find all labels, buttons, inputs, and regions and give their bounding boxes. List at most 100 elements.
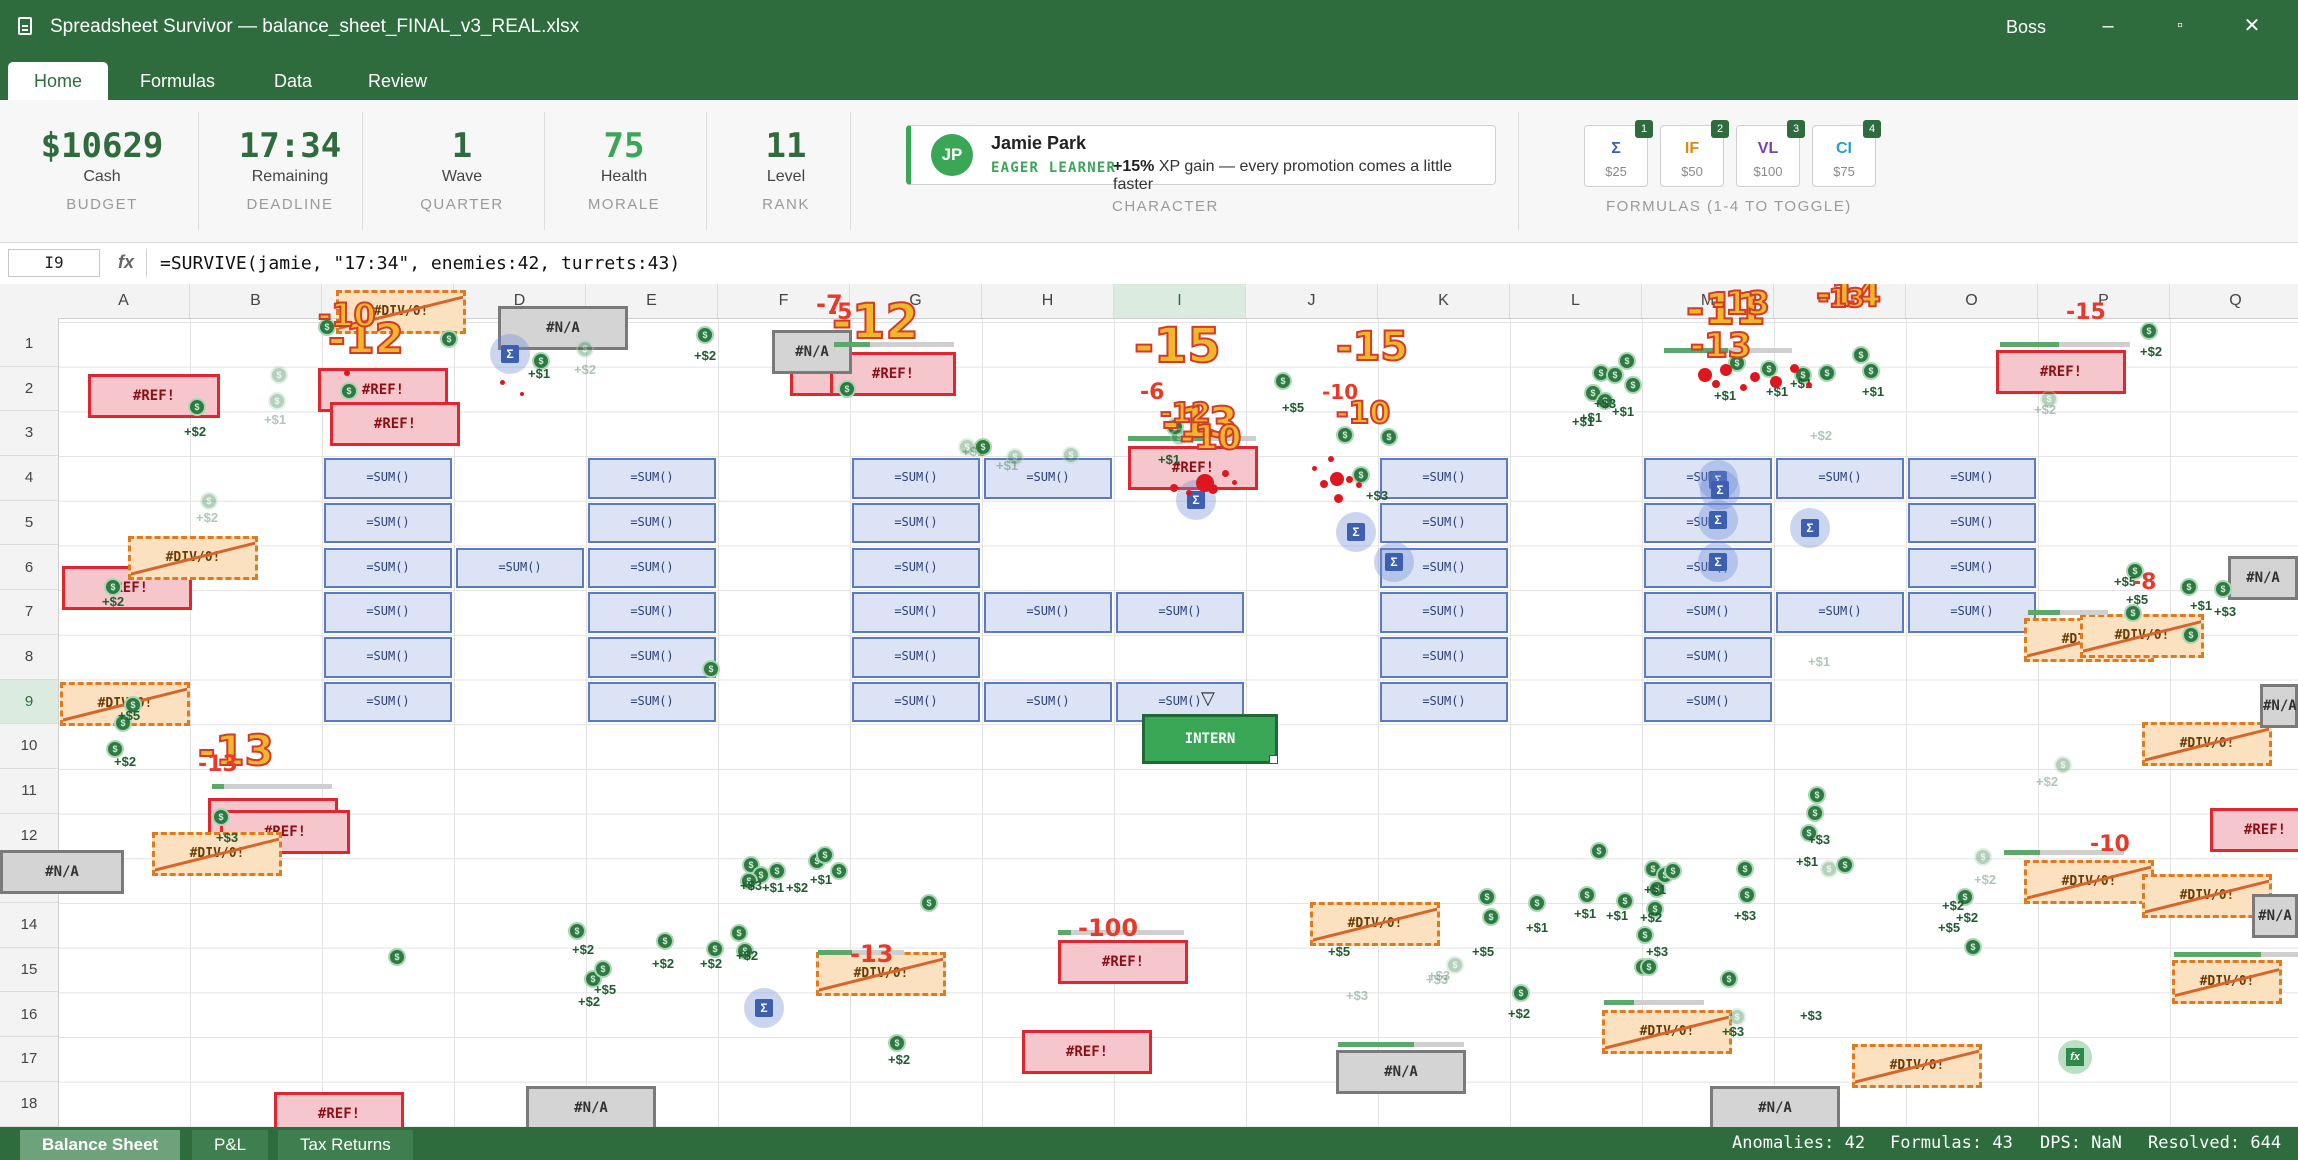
row-header-3[interactable]: 3 [0,411,58,457]
na-error-enemy[interactable]: #N/A [1710,1086,1840,1127]
row-header-18[interactable]: 18 [0,1082,58,1127]
sum-turret[interactable]: =SUM() [1908,458,2036,499]
row-header-16[interactable]: 16 [0,993,58,1038]
div-zero-error-enemy[interactable]: #DIV/0! [2142,722,2272,766]
sum-turret[interactable]: =SUM() [1116,592,1244,633]
tab-data[interactable]: Data [248,62,338,100]
na-error-enemy[interactable]: #N/A [0,850,124,894]
sum-turret[interactable]: =SUM() [852,458,980,499]
column-header-h[interactable]: H [982,284,1114,318]
sheet-tab-pl[interactable]: P&L [192,1130,269,1160]
name-box[interactable]: I9 [8,249,100,277]
na-error-enemy[interactable]: #N/A [1336,1050,1466,1094]
ref-error-enemy[interactable]: #REF! [1996,350,2126,394]
sum-turret[interactable]: =SUM() [1644,681,1772,723]
sum-turret[interactable]: =SUM() [1380,681,1508,723]
column-header-k[interactable]: K [1378,284,1510,318]
sum-turret[interactable]: =SUM() [1776,592,1904,633]
div-zero-error-enemy[interactable]: #DIV/0! [2024,860,2154,904]
sum-turret[interactable]: =SUM() [324,636,452,678]
sum-turret[interactable]: =SUM() [588,458,716,499]
tab-review[interactable]: Review [342,62,453,100]
sum-turret[interactable]: =SUM() [324,681,452,723]
column-header-q[interactable]: Q [2170,284,2298,318]
sum-turret[interactable]: =SUM() [1908,502,2036,544]
sum-turret[interactable]: =SUM() [852,547,980,589]
ref-error-enemy[interactable]: #REF! [1058,940,1188,984]
formula-if-button[interactable]: IF $50 2 [1660,120,1729,187]
tab-formulas[interactable]: Formulas [114,62,241,100]
na-error-enemy[interactable]: #N/A [2260,684,2298,728]
formula-input[interactable]: =SURVIVE(jamie, "17:34", enemies:42, tur… [160,253,680,274]
row-header-11[interactable]: 11 [0,769,58,814]
sum-turret[interactable]: =SUM() [1380,636,1508,678]
row-header-17[interactable]: 17 [0,1037,58,1082]
sum-turret[interactable]: =SUM() [1380,592,1508,633]
column-header-i[interactable]: I [1114,284,1246,318]
sum-turret[interactable]: =SUM() [1644,592,1772,633]
column-header-o[interactable]: O [1906,284,2038,318]
sum-turret[interactable]: =SUM() [852,681,980,723]
sum-turret[interactable]: =SUM() [1380,502,1508,544]
character-card[interactable]: JP Jamie Park EAGER LEARNER +15% XP gain… [906,125,1496,193]
sheet-tab-tax-returns[interactable]: Tax Returns [278,1130,413,1160]
div-zero-error-enemy[interactable]: #DIV/0! [1602,1010,1732,1054]
formula-ci-button[interactable]: CI $75 4 [1812,120,1881,187]
minimize-button[interactable]: – [2096,14,2120,38]
sum-turret[interactable]: =SUM() [852,592,980,633]
div-zero-error-enemy[interactable]: #DIV/0! [128,536,258,580]
row-header-4[interactable]: 4 [0,456,58,501]
sum-turret[interactable]: =SUM() [588,636,716,678]
sum-turret[interactable]: =SUM() [456,547,584,589]
row-header-1[interactable]: 1 [0,322,58,367]
ref-error-enemy[interactable]: #REF! [2210,808,2298,852]
na-error-enemy[interactable]: #N/A [526,1086,656,1127]
sum-turret[interactable]: =SUM() [588,547,716,589]
row-header-10[interactable]: 10 [0,724,58,769]
sum-turret[interactable]: =SUM() [984,681,1112,723]
sum-turret[interactable]: =SUM() [324,547,452,589]
sum-turret[interactable]: =SUM() [1644,636,1772,678]
ref-error-enemy[interactable]: #REF! [330,402,460,446]
sum-turret[interactable]: =SUM() [324,592,452,633]
close-button[interactable]: ✕ [2240,14,2264,38]
row-header-8[interactable]: 8 [0,635,58,680]
row-header-7[interactable]: 7 [0,590,58,635]
sheet-tab-balance-sheet[interactable]: Balance Sheet [20,1130,181,1160]
sum-turret[interactable]: =SUM() [324,502,452,544]
sum-turret[interactable]: =SUM() [1908,547,2036,589]
intern-player[interactable]: INTERN [1142,714,1278,764]
game-grid[interactable]: ABCDEFGHIJKLMNOPQ 1234567891011121314151… [0,284,2298,1127]
row-header-15[interactable]: 15 [0,948,58,993]
tab-home[interactable]: Home [8,62,109,100]
column-header-l[interactable]: L [1510,284,1642,318]
formula-vlookup-button[interactable]: VL $100 3 [1736,120,1805,187]
sum-turret[interactable]: =SUM() [1908,592,2036,633]
ref-error-enemy[interactable]: #REF! [1022,1030,1152,1074]
sum-turret[interactable]: =SUM() [1380,458,1508,499]
na-error-enemy[interactable]: #N/A [2252,894,2298,938]
row-header-6[interactable]: 6 [0,546,58,591]
sum-turret[interactable]: =SUM() [852,502,980,544]
sum-turret[interactable]: =SUM() [588,592,716,633]
maximize-button[interactable]: ▫ [2168,14,2192,38]
row-header-5[interactable]: 5 [0,501,58,546]
sum-turret[interactable]: =SUM() [852,636,980,678]
div-zero-error-enemy[interactable]: #DIV/0! [2172,960,2282,1004]
sum-turret[interactable]: =SUM() [1776,458,1904,499]
row-header-2[interactable]: 2 [0,367,58,412]
column-header-b[interactable]: B [190,284,322,318]
user-name[interactable]: Boss [2006,17,2046,38]
sum-turret[interactable]: =SUM() [324,458,452,499]
sum-turret[interactable]: =SUM() [588,681,716,723]
div-zero-error-enemy[interactable]: #DIV/0! [1310,902,1440,946]
sum-turret[interactable]: =SUM() [588,502,716,544]
na-error-enemy[interactable]: #N/A [2228,556,2298,600]
formula-sum-button[interactable]: Σ $25 1 [1584,120,1653,187]
column-header-j[interactable]: J [1246,284,1378,318]
row-header-14[interactable]: 14 [0,903,58,948]
div-zero-error-enemy[interactable]: #DIV/0! [1852,1044,1982,1088]
column-header-a[interactable]: A [58,284,190,318]
ref-error-enemy[interactable]: #REF! [274,1092,404,1127]
sum-turret[interactable]: =SUM() [984,592,1112,633]
